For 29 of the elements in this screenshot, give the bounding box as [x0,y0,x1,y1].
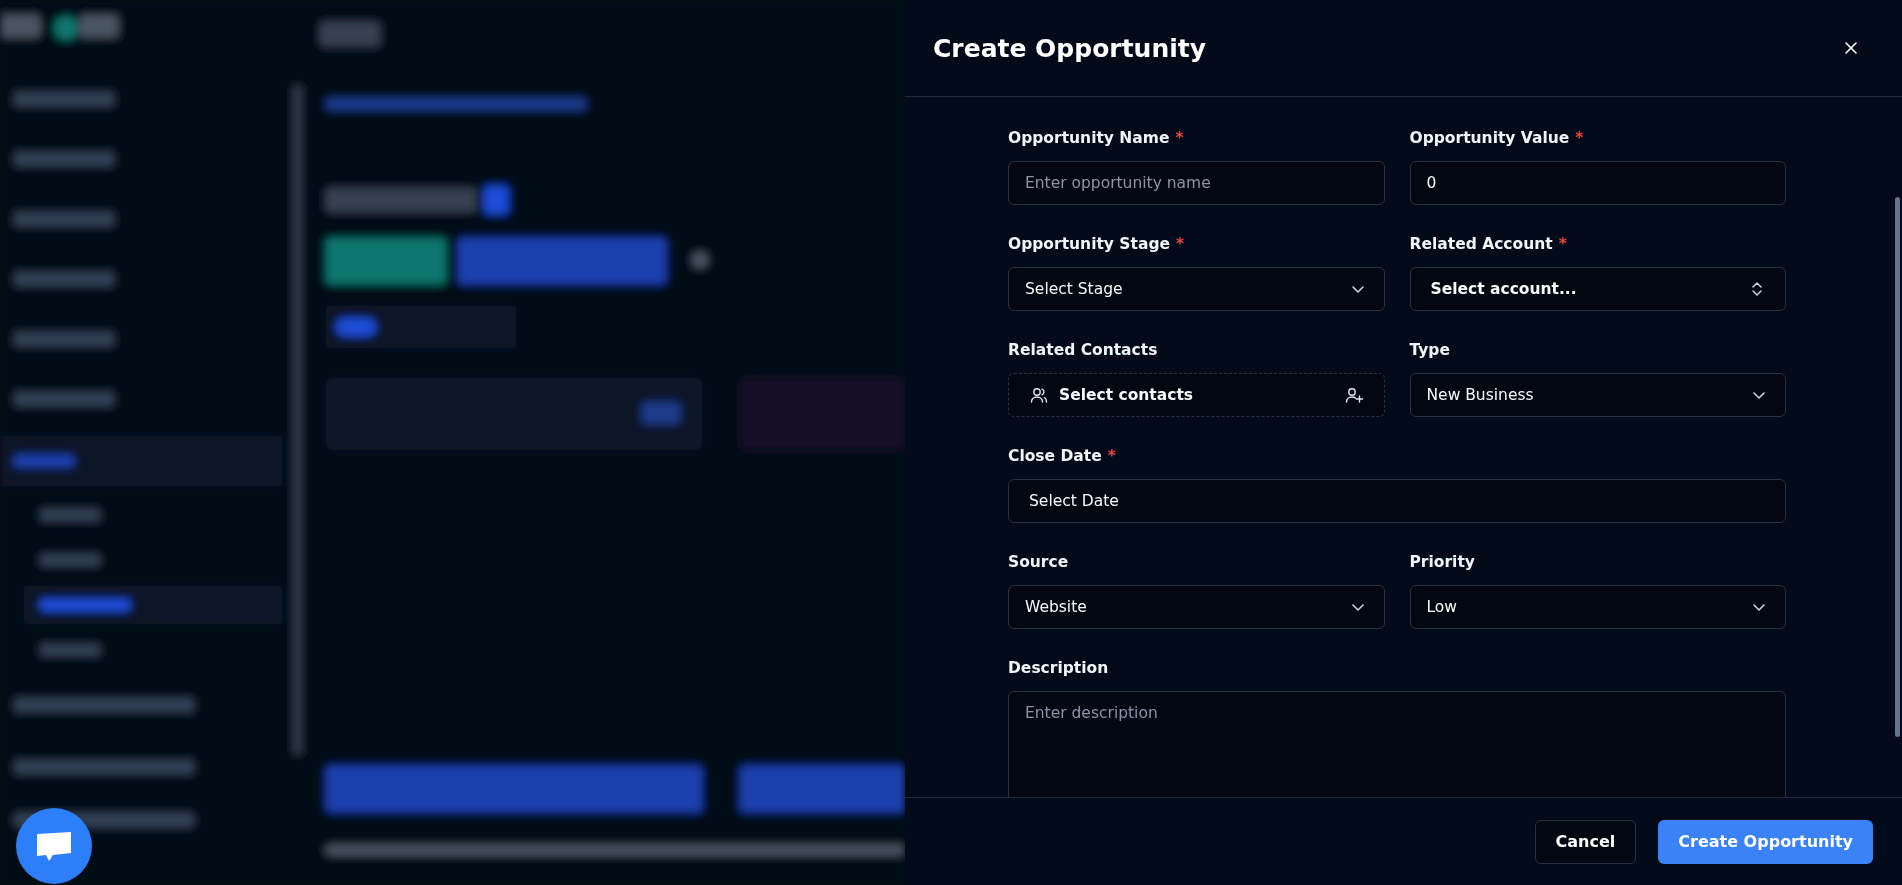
select-field[interactable]: Low [1409,585,1786,629]
combobox-field[interactable]: Select account... [1409,267,1786,311]
user-plus-icon [1343,385,1364,405]
field-label: Opportunity Stage * [1008,235,1186,253]
date-field[interactable]: Select Date [1008,479,1786,523]
text-field[interactable]: Enter opportunity name [1008,161,1385,205]
field-label: Close Date * [1008,447,1117,465]
field-label: Opportunity Name * [1008,129,1185,147]
select-field[interactable]: New Business [1409,373,1786,417]
field-label: Opportunity Value * [1409,129,1585,147]
users-icon [1029,385,1049,405]
field-label: Description [1008,659,1110,677]
drawer-title: Create Opportunity [933,33,1207,63]
up-down-chevron-icon [1749,279,1765,299]
field-label: Priority [1409,553,1476,571]
select-field[interactable]: Website [1008,585,1385,629]
close-icon [1844,41,1858,55]
chat-bubble-icon [34,829,74,863]
cancel-button[interactable]: Cancel [1534,819,1637,864]
select-field[interactable]: Select Stage [1008,267,1385,311]
field-label: Related Account * [1409,235,1568,253]
description-field[interactable]: Enter description [1008,691,1786,797]
scrollbar[interactable] [1895,197,1900,737]
create-button[interactable]: Create Opportunity [1658,819,1873,864]
field-label: Type [1409,341,1451,359]
field-label: Related Contacts [1008,341,1159,359]
text-field[interactable]: 0 [1409,161,1786,205]
contacts-picker[interactable]: Select contacts [1008,373,1385,417]
field-label: Source [1008,553,1070,571]
